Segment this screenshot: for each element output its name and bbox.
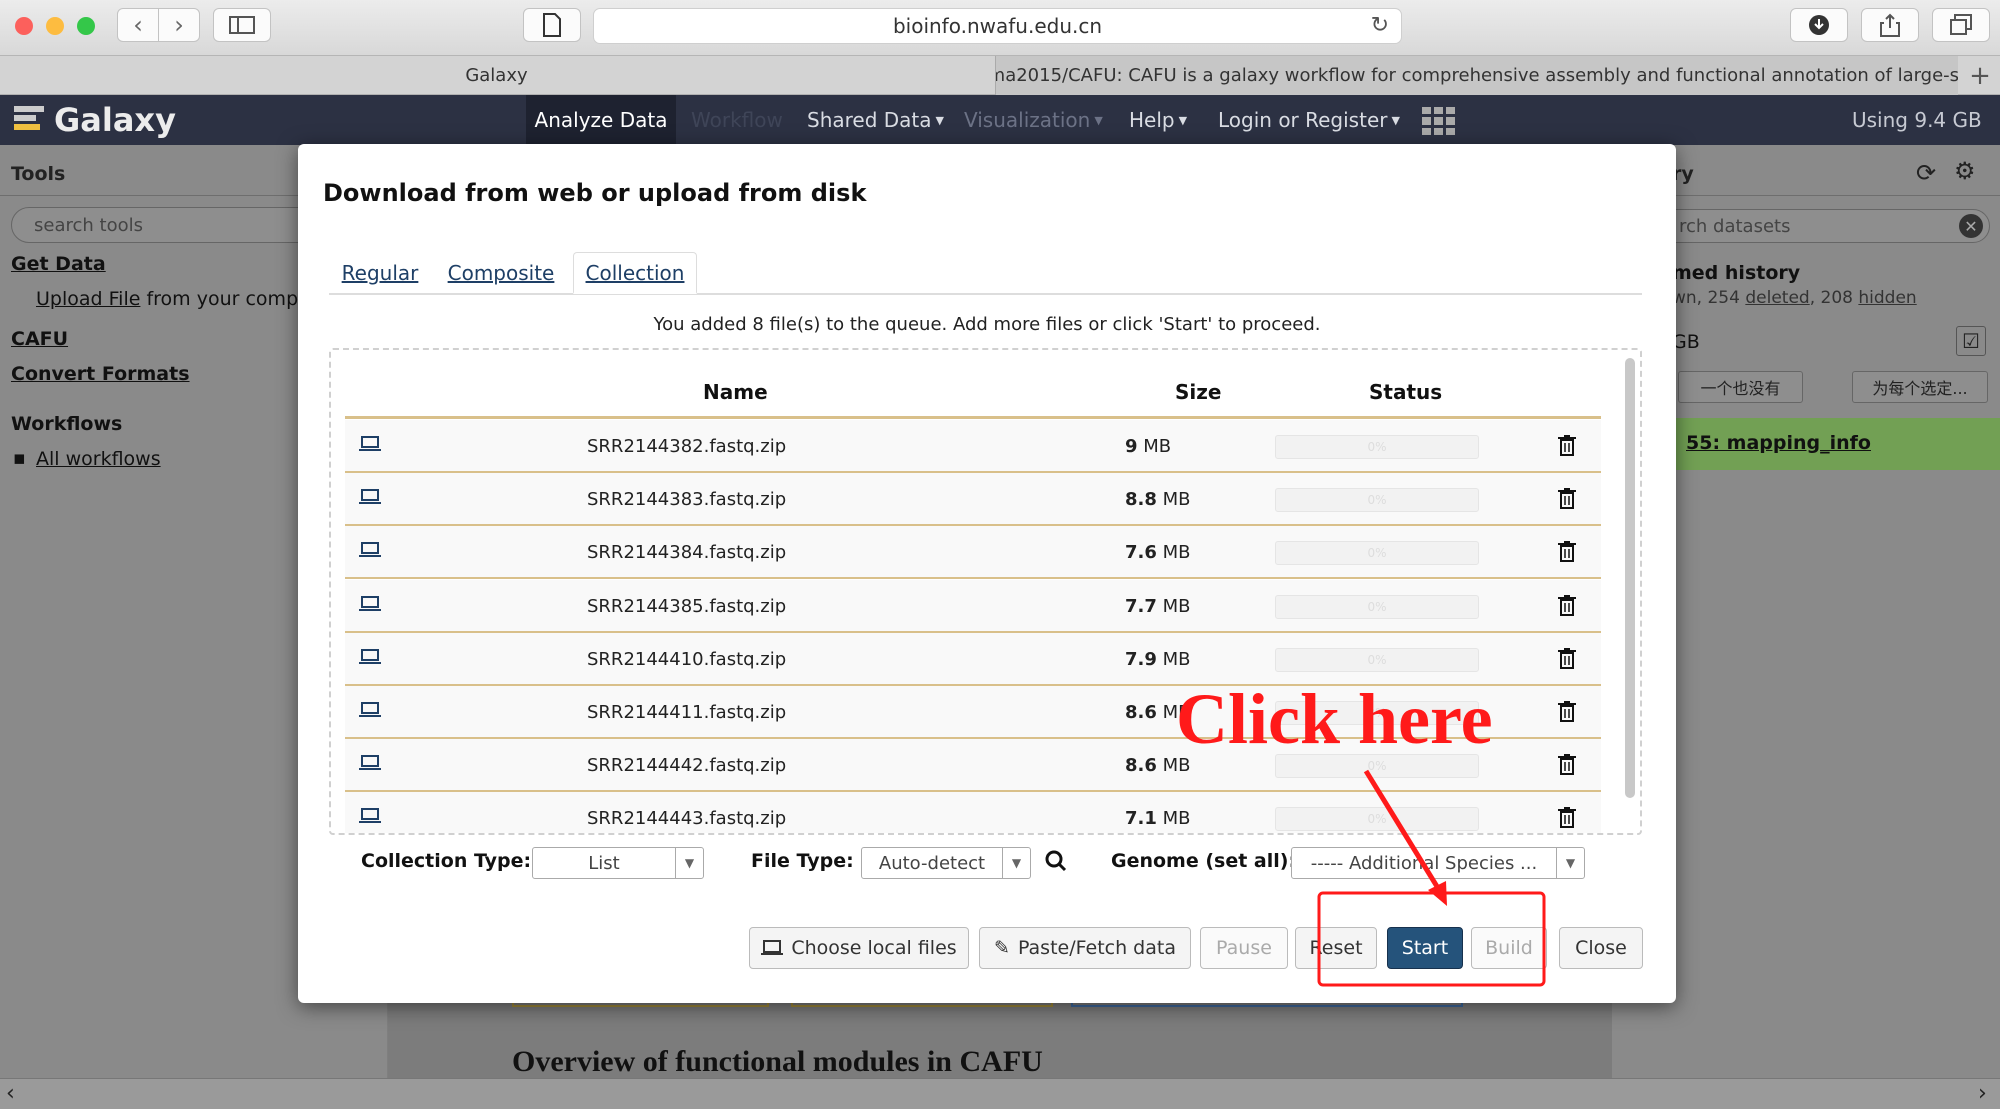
annotation-highlight-box (1317, 891, 1546, 987)
annotation-arrow-icon (1317, 769, 1546, 987)
